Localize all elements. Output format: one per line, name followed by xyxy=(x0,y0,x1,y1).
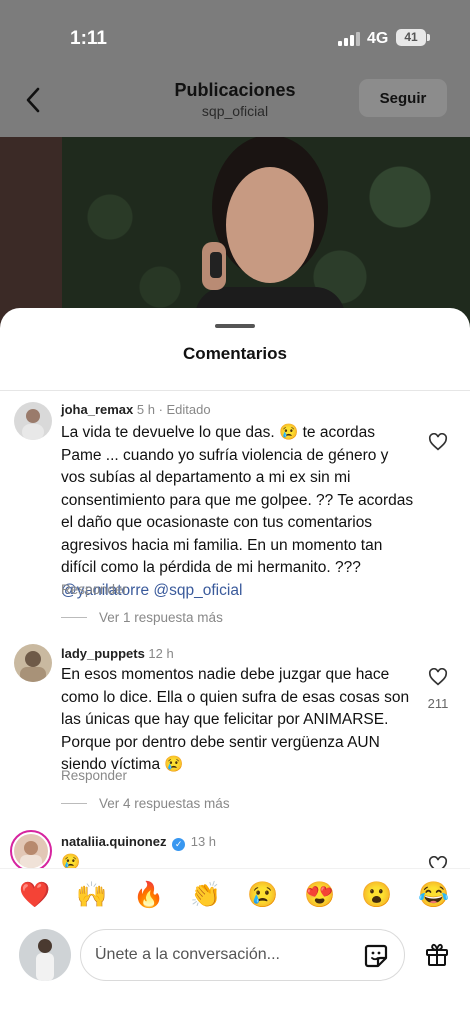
avatar xyxy=(19,929,71,981)
reaction-fire[interactable]: 🔥 xyxy=(133,881,165,910)
comment-header: joha_remax 5 h · Editado xyxy=(61,402,211,417)
post-photo xyxy=(0,137,470,330)
status-time: 1:11 xyxy=(70,28,107,49)
replies-line xyxy=(61,617,87,618)
view-more-replies-label: Ver 1 respuesta más xyxy=(99,610,223,625)
photo-person xyxy=(195,137,345,330)
comment-body: La vida te devuelve lo que das. 😢 te aco… xyxy=(61,424,414,576)
follow-button[interactable]: Seguir xyxy=(359,79,447,117)
reply-button[interactable]: Responder xyxy=(61,768,127,783)
reaction-heart[interactable]: ❤️ xyxy=(19,881,51,910)
reaction-surprised[interactable]: 😮 xyxy=(361,881,393,910)
post-header: Publicaciones sqp_oficial Seguir xyxy=(0,75,470,135)
comment-input[interactable] xyxy=(95,930,350,980)
reply-button[interactable]: Responder xyxy=(61,582,127,597)
post-background: 1:11 4G 41 Publicaciones sqp_oficial Seg… xyxy=(0,0,470,330)
comment-username[interactable]: joha_remax xyxy=(61,402,133,417)
comment-header: nataliia.quinonez ✓ 13 h xyxy=(61,834,216,851)
comment-text: La vida te devuelve lo que das. 😢 te aco… xyxy=(61,422,416,602)
like-count: 211 xyxy=(427,696,449,711)
sheet-divider xyxy=(0,390,470,391)
comment-meta: 12 h xyxy=(148,646,174,661)
battery-icon: 41 xyxy=(396,29,426,46)
view-more-replies[interactable]: Ver 1 respuesta más xyxy=(61,610,223,625)
heart-icon[interactable] xyxy=(428,668,448,686)
view-more-replies-label: Ver 4 respuestas más xyxy=(99,796,230,811)
reaction-crying[interactable]: 😢 xyxy=(247,881,279,910)
battery-tip xyxy=(427,34,430,41)
sheet-grabber[interactable] xyxy=(215,324,255,328)
status-bar: 1:11 4G 41 xyxy=(0,0,470,75)
comment-username[interactable]: nataliia.quinonez xyxy=(61,834,166,849)
avatar[interactable] xyxy=(14,644,52,682)
reaction-laughing[interactable]: 😂 xyxy=(418,881,450,910)
comment-input-wrapper xyxy=(80,929,405,981)
comment-body: En esos momentos nadie debe juzgar que h… xyxy=(61,666,410,773)
avatar[interactable] xyxy=(14,402,52,440)
network-label: 4G xyxy=(367,30,389,47)
sheet-title: Comentarios xyxy=(183,344,287,363)
heart-icon[interactable] xyxy=(428,433,448,451)
gift-icon[interactable] xyxy=(424,941,450,967)
quick-reactions-bar: ❤️ 🙌 🔥 👏 😢 😍 😮 😂 xyxy=(0,868,470,926)
reaction-raised-hands[interactable]: 🙌 xyxy=(76,881,108,910)
reaction-clap[interactable]: 👏 xyxy=(190,881,222,910)
verified-badge-icon: ✓ xyxy=(172,838,186,851)
photo-edge xyxy=(0,137,62,330)
view-more-replies[interactable]: Ver 4 respuestas más xyxy=(61,796,230,811)
comment-meta: 13 h xyxy=(190,834,217,849)
comment-meta: 5 h · Editado xyxy=(136,402,211,417)
sticker-icon[interactable] xyxy=(363,943,389,969)
comment-username[interactable]: lady_puppets xyxy=(61,646,145,661)
signal-icon xyxy=(338,31,360,46)
comment-composer xyxy=(0,926,470,1024)
replies-line xyxy=(61,803,87,804)
comment-header: lady_puppets 12 h xyxy=(61,646,174,661)
reaction-heart-eyes[interactable]: 😍 xyxy=(304,881,336,910)
avatar[interactable] xyxy=(10,830,52,872)
